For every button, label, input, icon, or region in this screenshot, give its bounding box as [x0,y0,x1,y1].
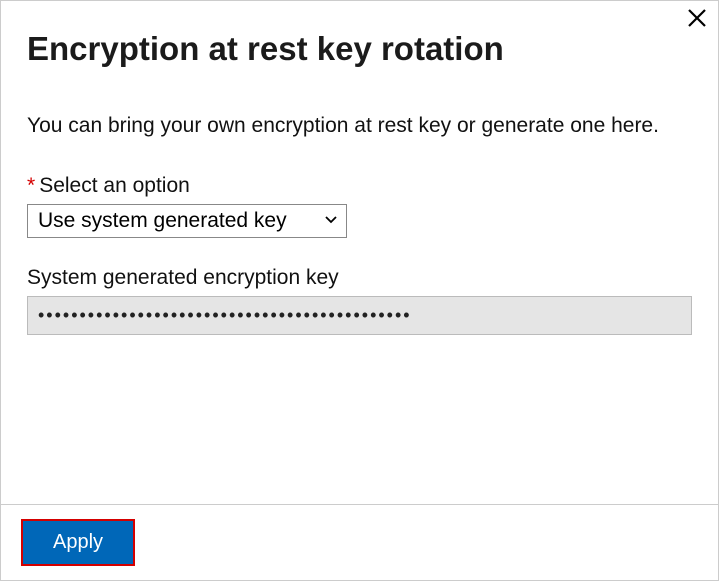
dialog-content: Encryption at rest key rotation You can … [1,1,718,504]
key-field: System generated encryption key [27,266,692,335]
apply-button[interactable]: Apply [23,521,133,564]
encryption-key-input[interactable] [27,296,692,335]
chevron-down-icon [323,209,339,233]
option-select-wrap: Use system generated key [27,204,347,238]
required-asterisk-icon: * [27,174,35,197]
dialog-title: Encryption at rest key rotation [27,29,692,69]
dialog-footer: Apply [1,504,718,580]
dialog-description: You can bring your own encryption at res… [27,111,692,140]
close-icon[interactable] [686,7,708,29]
option-label: *Select an option [27,174,692,198]
option-field: *Select an option Use system generated k… [27,174,692,238]
key-rotation-dialog: Encryption at rest key rotation You can … [0,0,719,581]
option-selected-value: Use system generated key [38,209,287,232]
option-select[interactable]: Use system generated key [27,204,347,238]
key-label: System generated encryption key [27,266,692,290]
option-label-text: Select an option [39,174,190,197]
